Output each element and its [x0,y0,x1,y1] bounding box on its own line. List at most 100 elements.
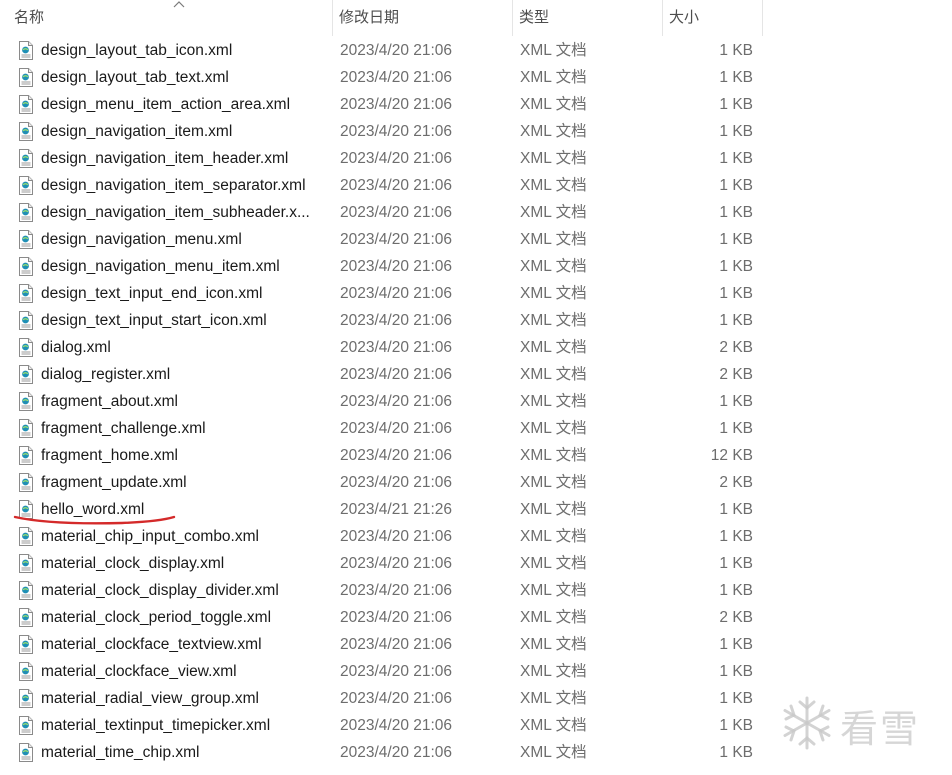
file-type: XML 文档 [520,474,587,491]
xml-file-icon [18,311,34,330]
xml-file-icon [18,176,34,195]
file-modified-date: 2023/4/20 21:06 [340,339,453,356]
file-size: 1 KB [719,312,753,329]
file-name: material_clock_display_divider.xml [41,582,279,599]
file-size: 1 KB [719,177,753,194]
file-row[interactable]: material_clockface_textview.xml 2023/4/20… [0,631,952,658]
file-row[interactable]: design_navigation_item_header.xml 2023/4/… [0,145,952,172]
file-row[interactable]: design_layout_tab_text.xml 2023/4/20 21:0… [0,64,952,91]
xml-file-icon [18,527,34,546]
snowflake-icon [783,696,831,750]
xml-file-icon [18,662,34,681]
file-modified-date: 2023/4/20 21:06 [340,393,453,410]
column-header-name[interactable]: 名称 [8,0,333,36]
file-row[interactable]: design_menu_item_action_area.xml 2023/4/2… [0,91,952,118]
file-size: 1 KB [719,420,753,437]
column-header-size-label: 大小 [669,9,700,26]
column-header-name-label: 名称 [14,9,45,26]
column-header-date[interactable]: 修改日期 [333,0,513,36]
file-row[interactable]: material_clock_display_divider.xml 2023/4… [0,577,952,604]
xml-file-icon [18,149,34,168]
file-modified-date: 2023/4/20 21:06 [340,96,453,113]
file-row[interactable]: material_clock_display.xml 2023/4/20 21:0… [0,550,952,577]
file-row[interactable]: material_chip_input_combo.xml 2023/4/20 2… [0,523,952,550]
file-type: XML 文档 [520,231,587,248]
file-row[interactable]: design_layout_tab_icon.xml 2023/4/20 21:0… [0,37,952,64]
file-type: XML 文档 [520,258,587,275]
file-modified-date: 2023/4/20 21:06 [340,663,453,680]
column-header-date-label: 修改日期 [339,9,400,26]
column-header-size[interactable]: 大小 [663,0,763,36]
file-name: material_clockface_textview.xml [41,636,262,653]
file-name: material_textinput_timepicker.xml [41,717,271,734]
file-list: design_layout_tab_icon.xml 2023/4/20 21:0… [0,37,952,766]
xml-file-icon [18,743,34,762]
sort-up-icon [173,1,185,8]
red-underline-annotation [13,515,176,525]
file-name: material_clockface_view.xml [41,663,237,680]
xml-file-icon [18,689,34,708]
file-row[interactable]: design_navigation_item_subheader.x... 202… [0,199,952,226]
file-size: 1 KB [719,204,753,221]
file-name: fragment_update.xml [41,474,187,491]
file-modified-date: 2023/4/20 21:06 [340,177,453,194]
file-name: dialog_register.xml [41,366,171,383]
file-modified-date: 2023/4/20 21:06 [340,717,453,734]
watermark: 看雪 [778,692,938,752]
file-type: XML 文档 [520,42,587,59]
column-header-type[interactable]: 类型 [513,0,663,36]
file-modified-date: 2023/4/20 21:06 [340,582,453,599]
file-size: 1 KB [719,42,753,59]
file-row[interactable]: design_text_input_start_icon.xml 2023/4/2… [0,307,952,334]
file-type: XML 文档 [520,636,587,653]
file-type: XML 文档 [520,177,587,194]
file-size: 1 KB [719,123,753,140]
column-header: 名称 修改日期 类型 大小 [0,0,952,36]
file-type: XML 文档 [520,339,587,356]
file-type: XML 文档 [520,366,587,383]
file-row[interactable]: design_navigation_item.xml 2023/4/20 21:0… [0,118,952,145]
file-size: 1 KB [719,393,753,410]
file-row[interactable]: material_clockface_view.xml 2023/4/20 21:… [0,658,952,685]
file-size: 1 KB [719,528,753,545]
file-size: 1 KB [719,582,753,599]
file-name: design_text_input_start_icon.xml [41,312,267,329]
file-size: 1 KB [719,258,753,275]
file-type: XML 文档 [520,690,587,707]
file-row[interactable]: design_navigation_item_separator.xml 2023… [0,172,952,199]
file-row[interactable]: fragment_home.xml 2023/4/20 21:06 XML 文档 12… [0,442,952,469]
file-size: 1 KB [719,717,753,734]
file-modified-date: 2023/4/20 21:06 [340,744,453,761]
file-name: fragment_about.xml [41,393,178,410]
file-type: XML 文档 [520,663,587,680]
file-row[interactable]: fragment_about.xml 2023/4/20 21:06 XML 文档 1… [0,388,952,415]
xml-file-icon [18,473,34,492]
file-type: XML 文档 [520,150,587,167]
xml-file-icon [18,95,34,114]
xml-file-icon [18,203,34,222]
file-row[interactable]: design_navigation_menu.xml 2023/4/20 21:0… [0,226,952,253]
file-name: fragment_home.xml [41,447,178,464]
xml-file-icon [18,554,34,573]
file-modified-date: 2023/4/20 21:06 [340,258,453,275]
file-modified-date: 2023/4/20 21:06 [340,285,453,302]
file-type: XML 文档 [520,528,587,545]
file-row[interactable]: fragment_update.xml 2023/4/20 21:06 XML 文档… [0,469,952,496]
file-size: 2 KB [719,474,753,491]
file-row[interactable]: material_clock_period_toggle.xml 2023/4/2… [0,604,952,631]
file-row[interactable]: fragment_challenge.xml 2023/4/20 21:06 XML… [0,415,952,442]
file-modified-date: 2023/4/20 21:06 [340,42,453,59]
file-row[interactable]: dialog.xml 2023/4/20 21:06 XML 文档 2 KB [0,334,952,361]
file-type: XML 文档 [520,501,587,518]
file-row[interactable]: dialog_register.xml 2023/4/20 21:06 XML 文档… [0,361,952,388]
file-type: XML 文档 [520,312,587,329]
file-modified-date: 2023/4/20 21:06 [340,555,453,572]
file-size: 1 KB [719,690,753,707]
file-modified-date: 2023/4/20 21:06 [340,366,453,383]
xml-file-icon [18,122,34,141]
xml-file-icon [18,635,34,654]
file-row[interactable]: design_navigation_menu_item.xml 2023/4/20… [0,253,952,280]
file-type: XML 文档 [520,609,587,626]
file-row[interactable]: design_text_input_end_icon.xml 2023/4/20 … [0,280,952,307]
file-modified-date: 2023/4/20 21:06 [340,150,453,167]
